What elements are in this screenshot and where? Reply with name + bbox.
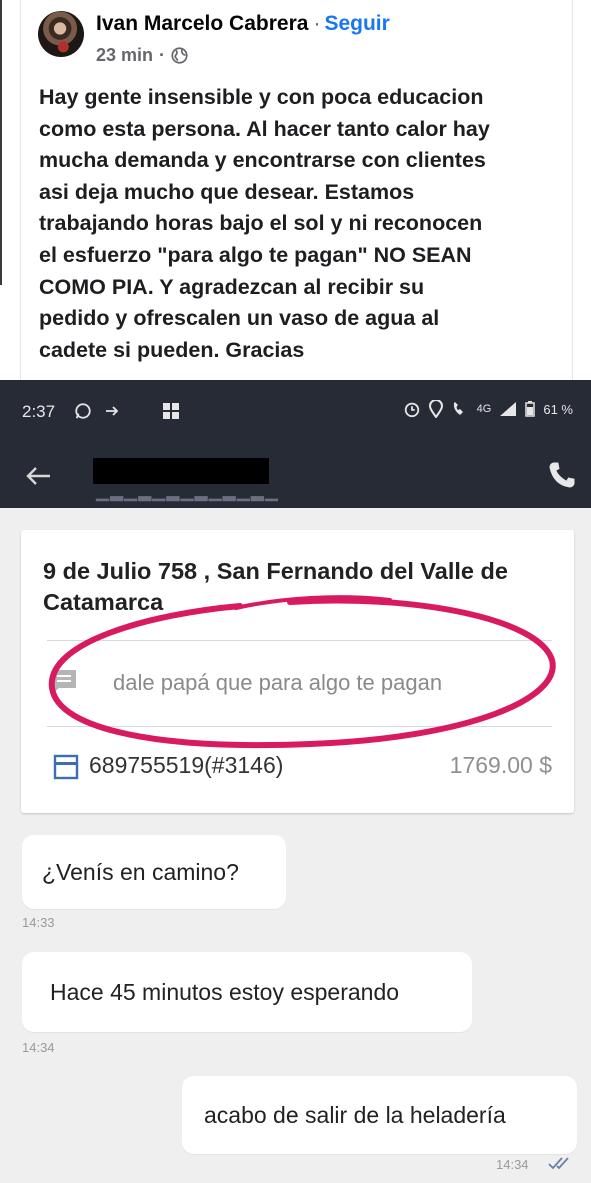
- chat-screenshot: 2:37 4G 61 % ▁▂▁▂▁▂▁▂▁▂▁▂▁ 9 de Julio 75…: [0, 380, 591, 1183]
- post-meta: 23 min ·: [96, 42, 188, 68]
- back-arrow-icon[interactable]: [22, 460, 54, 492]
- order-card: 9 de Julio 758 , San Fernando del Valle …: [21, 530, 574, 813]
- post-line: mucha demanda y encontrarse con clientes: [39, 148, 486, 173]
- location-icon: [428, 400, 443, 418]
- whatsapp-icon: [75, 403, 91, 419]
- comment-icon: [52, 670, 76, 694]
- battery-level: 61 %: [543, 401, 573, 417]
- order-amount: 1769.00 $: [449, 752, 552, 778]
- author-name[interactable]: Ivan Marcelo Cabrera: [96, 12, 308, 35]
- left-edge-bar: [0, 0, 2, 285]
- post-body: Hay gente insensible y con poca educacio…: [39, 82, 569, 366]
- globe-icon[interactable]: [171, 46, 188, 64]
- network-type: 4G: [476, 403, 492, 415]
- post-line: trabajando horas bajo el sol y ni recono…: [39, 211, 483, 236]
- status-left-icons: [74, 402, 180, 420]
- phone-call-icon[interactable]: [547, 460, 577, 490]
- follow-button[interactable]: Seguir: [324, 12, 389, 35]
- redacted-contact-name: [93, 458, 269, 484]
- header-separator: ·: [313, 12, 321, 35]
- forward-icon: [106, 406, 119, 416]
- message-time: 14:34: [496, 1157, 529, 1172]
- post-line: pedido y ofrescalen un vaso de agua al: [39, 306, 440, 331]
- message-bubble-outgoing: acabo de salir de la heladería: [182, 1076, 577, 1154]
- status-time: 2:37: [22, 402, 56, 421]
- post-line: COMO PIA. Y agradezcan al recibir su: [39, 274, 425, 299]
- card-divider: [47, 726, 552, 727]
- post-header: Ivan Marcelo Cabrera · Seguir: [96, 10, 390, 38]
- grid-app-icon: [163, 403, 179, 419]
- post-time[interactable]: 23 min: [96, 45, 153, 66]
- signal-icon: [500, 402, 517, 416]
- post-line: como esta persona. Al hacer tanto calor …: [39, 116, 490, 141]
- message-bubble-incoming: Hace 45 minutos estoy esperando: [22, 952, 472, 1032]
- battery-icon: [525, 401, 536, 417]
- wifi-call-icon: [453, 402, 463, 415]
- meta-separator: ·: [159, 44, 166, 65]
- alarm-icon: [404, 402, 419, 418]
- order-id: 689755519(#3146): [89, 752, 284, 778]
- card-divider: [47, 640, 552, 641]
- avatar-detail: [38, 11, 84, 57]
- post-line: Hay gente insensible y con poca educacio…: [39, 85, 484, 109]
- order-address: 9 de Julio 758 , San Fernando del Valle …: [43, 558, 508, 615]
- post-line: asi deja mucho que desear. Estamos: [39, 179, 415, 204]
- status-right-icons: 4G 61 %: [403, 400, 573, 418]
- double-check-icon: [548, 1157, 569, 1170]
- blurred-contact-title: ▁▂▁▂▁▂▁▂▁▂▁▂▁: [96, 482, 279, 501]
- order-note: dale papá que para algo te pagan: [113, 670, 443, 695]
- message-bubble-incoming: ¿Venís en camino?: [22, 835, 286, 909]
- chat-app-bar: ▁▂▁▂▁▂▁▂▁▂▁▂▁: [0, 444, 591, 508]
- message-time: 14:34: [22, 1040, 55, 1055]
- message-time: 14:33: [22, 915, 55, 930]
- status-bar: 2:37 4G 61 %: [0, 380, 591, 444]
- post-line: cadete si pueden. Gracias: [39, 337, 305, 362]
- post-line: el esfuerzo "para algo te pagan" NO SEAN: [39, 242, 472, 267]
- receipt-icon: [53, 754, 79, 780]
- facebook-post: Ivan Marcelo Cabrera · Seguir 23 min · Hay…: [0, 0, 591, 380]
